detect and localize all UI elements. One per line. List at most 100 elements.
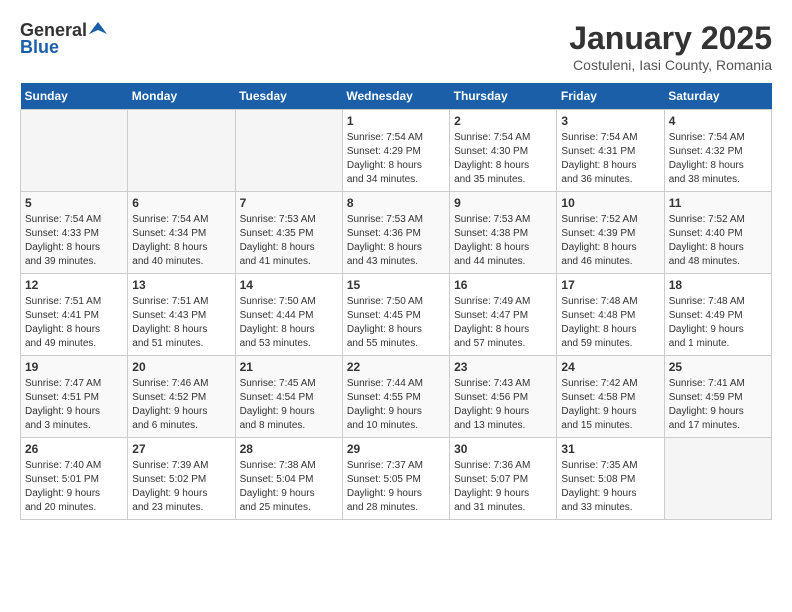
calendar-cell-w1-d3 xyxy=(235,110,342,192)
calendar-cell-w4-d4: 22 Sunrise: 7:44 AM Sunset: 4:55 PM Dayli… xyxy=(342,356,449,438)
logo-bird-icon xyxy=(89,20,107,38)
col-wednesday: Wednesday xyxy=(342,83,449,110)
calendar-cell-w3-d5: 16 Sunrise: 7:49 AM Sunset: 4:47 PM Dayli… xyxy=(450,274,557,356)
day-info: Sunrise: 7:53 AM Sunset: 4:38 PM Dayligh… xyxy=(454,213,552,269)
day-info: Sunrise: 7:48 AM Sunset: 4:49 PM Dayligh… xyxy=(669,295,767,351)
day-number: 11 xyxy=(669,196,767,210)
calendar-cell-w2-d3: 7 Sunrise: 7:53 AM Sunset: 4:35 PM Daylig… xyxy=(235,192,342,274)
calendar-cell-w1-d7: 4 Sunrise: 7:54 AM Sunset: 4:32 PM Daylig… xyxy=(664,110,771,192)
day-number: 15 xyxy=(347,278,445,292)
calendar-cell-w4-d3: 21 Sunrise: 7:45 AM Sunset: 4:54 PM Dayli… xyxy=(235,356,342,438)
calendar-cell-w2-d2: 6 Sunrise: 7:54 AM Sunset: 4:34 PM Daylig… xyxy=(128,192,235,274)
day-number: 24 xyxy=(561,360,659,374)
calendar-title: January 2025 xyxy=(569,20,772,57)
calendar-cell-w3-d2: 13Sunrise: 7:51 AM Sunset: 4:43 PM Dayli… xyxy=(128,274,235,356)
calendar-cell-w3-d6: 17Sunrise: 7:48 AM Sunset: 4:48 PM Dayli… xyxy=(557,274,664,356)
calendar-cell-w1-d1 xyxy=(21,110,128,192)
day-number: 17 xyxy=(561,278,659,292)
day-info: Sunrise: 7:54 AM Sunset: 4:30 PM Dayligh… xyxy=(454,131,552,187)
day-info: Sunrise: 7:46 AM Sunset: 4:52 PM Dayligh… xyxy=(132,377,230,433)
week-row-3: 12Sunrise: 7:51 AM Sunset: 4:41 PM Dayli… xyxy=(21,274,772,356)
day-info: Sunrise: 7:45 AM Sunset: 4:54 PM Dayligh… xyxy=(240,377,338,433)
calendar-cell-w5-d3: 28Sunrise: 7:38 AM Sunset: 5:04 PM Dayli… xyxy=(235,438,342,520)
week-row-5: 26Sunrise: 7:40 AM Sunset: 5:01 PM Dayli… xyxy=(21,438,772,520)
day-info: Sunrise: 7:44 AM Sunset: 4:55 PM Dayligh… xyxy=(347,377,445,433)
calendar-cell-w3-d4: 15 Sunrise: 7:50 AM Sunset: 4:45 PM Dayli… xyxy=(342,274,449,356)
calendar-cell-w3-d1: 12Sunrise: 7:51 AM Sunset: 4:41 PM Dayli… xyxy=(21,274,128,356)
calendar-cell-w3-d7: 18 Sunrise: 7:48 AM Sunset: 4:49 PM Dayli… xyxy=(664,274,771,356)
day-info: Sunrise: 7:50 AM Sunset: 4:44 PM Dayligh… xyxy=(240,295,338,351)
calendar-cell-w5-d7 xyxy=(664,438,771,520)
calendar-cell-w2-d1: 5Sunrise: 7:54 AM Sunset: 4:33 PM Daylig… xyxy=(21,192,128,274)
calendar-cell-w5-d6: 31Sunrise: 7:35 AM Sunset: 5:08 PM Dayli… xyxy=(557,438,664,520)
day-info: Sunrise: 7:38 AM Sunset: 5:04 PM Dayligh… xyxy=(240,459,338,515)
calendar-cell-w2-d6: 10Sunrise: 7:52 AM Sunset: 4:39 PM Dayli… xyxy=(557,192,664,274)
day-info: Sunrise: 7:50 AM Sunset: 4:45 PM Dayligh… xyxy=(347,295,445,351)
day-info: Sunrise: 7:35 AM Sunset: 5:08 PM Dayligh… xyxy=(561,459,659,515)
day-info: Sunrise: 7:54 AM Sunset: 4:33 PM Dayligh… xyxy=(25,213,123,269)
day-info: Sunrise: 7:53 AM Sunset: 4:36 PM Dayligh… xyxy=(347,213,445,269)
day-number: 18 xyxy=(669,278,767,292)
calendar-cell-w2-d4: 8 Sunrise: 7:53 AM Sunset: 4:36 PM Daylig… xyxy=(342,192,449,274)
page-header: General Blue January 2025 Costuleni, Ias… xyxy=(20,20,772,73)
day-info: Sunrise: 7:39 AM Sunset: 5:02 PM Dayligh… xyxy=(132,459,230,515)
calendar-cell-w1-d5: 2 Sunrise: 7:54 AM Sunset: 4:30 PM Daylig… xyxy=(450,110,557,192)
day-info: Sunrise: 7:36 AM Sunset: 5:07 PM Dayligh… xyxy=(454,459,552,515)
calendar-cell-w4-d7: 25Sunrise: 7:41 AM Sunset: 4:59 PM Dayli… xyxy=(664,356,771,438)
col-thursday: Thursday xyxy=(450,83,557,110)
day-number: 22 xyxy=(347,360,445,374)
day-number: 10 xyxy=(561,196,659,210)
logo: General Blue xyxy=(20,20,107,58)
day-number: 13 xyxy=(132,278,230,292)
day-number: 4 xyxy=(669,114,767,128)
col-friday: Friday xyxy=(557,83,664,110)
day-number: 30 xyxy=(454,442,552,456)
calendar-cell-w2-d7: 11Sunrise: 7:52 AM Sunset: 4:40 PM Dayli… xyxy=(664,192,771,274)
day-number: 21 xyxy=(240,360,338,374)
col-tuesday: Tuesday xyxy=(235,83,342,110)
day-number: 1 xyxy=(347,114,445,128)
day-info: Sunrise: 7:54 AM Sunset: 4:31 PM Dayligh… xyxy=(561,131,659,187)
day-number: 20 xyxy=(132,360,230,374)
day-number: 2 xyxy=(454,114,552,128)
week-row-1: 1 Sunrise: 7:54 AM Sunset: 4:29 PM Daylig… xyxy=(21,110,772,192)
col-monday: Monday xyxy=(128,83,235,110)
calendar-cell-w4-d6: 24Sunrise: 7:42 AM Sunset: 4:58 PM Dayli… xyxy=(557,356,664,438)
day-number: 23 xyxy=(454,360,552,374)
calendar-cell-w1-d4: 1 Sunrise: 7:54 AM Sunset: 4:29 PM Daylig… xyxy=(342,110,449,192)
week-row-4: 19Sunrise: 7:47 AM Sunset: 4:51 PM Dayli… xyxy=(21,356,772,438)
day-info: Sunrise: 7:53 AM Sunset: 4:35 PM Dayligh… xyxy=(240,213,338,269)
calendar-cell-w4-d5: 23 Sunrise: 7:43 AM Sunset: 4:56 PM Dayli… xyxy=(450,356,557,438)
calendar-cell-w2-d5: 9Sunrise: 7:53 AM Sunset: 4:38 PM Daylig… xyxy=(450,192,557,274)
day-info: Sunrise: 7:49 AM Sunset: 4:47 PM Dayligh… xyxy=(454,295,552,351)
day-info: Sunrise: 7:47 AM Sunset: 4:51 PM Dayligh… xyxy=(25,377,123,433)
calendar-cell-w5-d4: 29Sunrise: 7:37 AM Sunset: 5:05 PM Dayli… xyxy=(342,438,449,520)
calendar-cell-w3-d3: 14Sunrise: 7:50 AM Sunset: 4:44 PM Dayli… xyxy=(235,274,342,356)
day-number: 12 xyxy=(25,278,123,292)
day-number: 7 xyxy=(240,196,338,210)
day-number: 27 xyxy=(132,442,230,456)
title-section: January 2025 Costuleni, Iasi County, Rom… xyxy=(569,20,772,73)
calendar-cell-w5-d2: 27 Sunrise: 7:39 AM Sunset: 5:02 PM Dayli… xyxy=(128,438,235,520)
day-number: 16 xyxy=(454,278,552,292)
day-info: Sunrise: 7:37 AM Sunset: 5:05 PM Dayligh… xyxy=(347,459,445,515)
day-number: 3 xyxy=(561,114,659,128)
col-sunday: Sunday xyxy=(21,83,128,110)
calendar-cell-w4-d2: 20 Sunrise: 7:46 AM Sunset: 4:52 PM Dayli… xyxy=(128,356,235,438)
day-info: Sunrise: 7:43 AM Sunset: 4:56 PM Dayligh… xyxy=(454,377,552,433)
day-info: Sunrise: 7:54 AM Sunset: 4:34 PM Dayligh… xyxy=(132,213,230,269)
calendar-cell-w5-d5: 30 Sunrise: 7:36 AM Sunset: 5:07 PM Dayli… xyxy=(450,438,557,520)
day-number: 25 xyxy=(669,360,767,374)
day-info: Sunrise: 7:54 AM Sunset: 4:32 PM Dayligh… xyxy=(669,131,767,187)
calendar-header-row: Sunday Monday Tuesday Wednesday Thursday… xyxy=(21,83,772,110)
calendar-table: Sunday Monday Tuesday Wednesday Thursday… xyxy=(20,83,772,520)
day-number: 6 xyxy=(132,196,230,210)
day-info: Sunrise: 7:54 AM Sunset: 4:29 PM Dayligh… xyxy=(347,131,445,187)
calendar-cell-w4-d1: 19Sunrise: 7:47 AM Sunset: 4:51 PM Dayli… xyxy=(21,356,128,438)
calendar-cell-w5-d1: 26Sunrise: 7:40 AM Sunset: 5:01 PM Dayli… xyxy=(21,438,128,520)
day-info: Sunrise: 7:40 AM Sunset: 5:01 PM Dayligh… xyxy=(25,459,123,515)
week-row-2: 5Sunrise: 7:54 AM Sunset: 4:33 PM Daylig… xyxy=(21,192,772,274)
calendar-subtitle: Costuleni, Iasi County, Romania xyxy=(569,57,772,73)
day-number: 8 xyxy=(347,196,445,210)
calendar-cell-w1-d6: 3 Sunrise: 7:54 AM Sunset: 4:31 PM Daylig… xyxy=(557,110,664,192)
